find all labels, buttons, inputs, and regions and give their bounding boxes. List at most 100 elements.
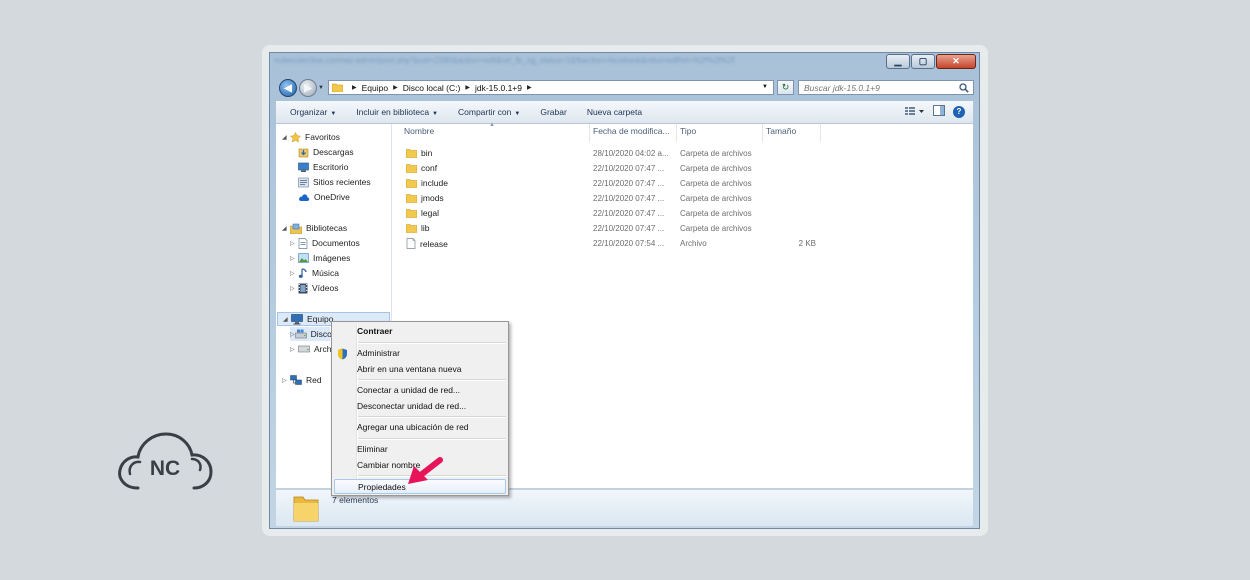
expanded-triangle-icon: ◢ <box>283 316 288 323</box>
caret-down-icon: ▼ <box>514 111 521 117</box>
chevron-right-icon: ▶ <box>465 85 470 91</box>
nav-item-downloads[interactable]: Descargas <box>298 145 354 159</box>
file-name: legal <box>421 208 439 218</box>
nav-label: OneDrive <box>314 192 350 202</box>
annotation-arrow-icon <box>404 456 444 490</box>
pictures-icon <box>298 253 309 263</box>
help-icon[interactable]: ? <box>953 105 965 118</box>
file-row[interactable]: jmods 22/10/2020 07:47 ... Carpeta de ar… <box>392 191 973 206</box>
file-date: 22/10/2020 07:47 ... <box>593 179 665 188</box>
file-name: bin <box>421 148 433 158</box>
maximize-button[interactable]: ▢ <box>911 54 935 69</box>
search-input[interactable] <box>799 82 954 93</box>
share-with-button[interactable]: Compartir con ▼ <box>458 107 520 117</box>
menu-label: Propiedades <box>358 482 406 492</box>
file-type: Carpeta de archivos <box>680 209 752 218</box>
nav-item-videos[interactable]: ▷ Vídeos <box>290 281 338 295</box>
nav-label: Vídeos <box>312 283 339 293</box>
column-header-size[interactable]: Tamaño <box>766 126 796 140</box>
address-dropdown-icon[interactable]: ▼ <box>762 84 768 90</box>
collapsed-triangle-icon: ▷ <box>282 377 287 384</box>
file-name-cell: legal <box>406 208 439 218</box>
forward-button[interactable]: ▶ <box>299 79 317 97</box>
file-date: 22/10/2020 07:47 ... <box>593 164 665 173</box>
nav-label: Música <box>312 268 339 278</box>
nav-item-onedrive[interactable]: OneDrive <box>298 190 350 204</box>
column-divider[interactable] <box>589 124 590 142</box>
file-date: 22/10/2020 07:47 ... <box>593 209 665 218</box>
window-controls: ▁ ▢ ✕ <box>886 54 976 69</box>
file-row[interactable]: include 22/10/2020 07:47 ... Carpeta de … <box>392 176 973 191</box>
onedrive-cloud-icon <box>298 193 310 202</box>
file-row[interactable]: legal 22/10/2020 07:47 ... Carpeta de ar… <box>392 206 973 221</box>
local-disk-icon <box>294 329 307 339</box>
downloads-folder-icon <box>298 147 309 158</box>
nav-label: Imágenes <box>313 253 351 263</box>
recent-pages-dropdown[interactable]: ▼ <box>318 85 324 91</box>
column-divider[interactable] <box>820 124 821 142</box>
menu-label: Contraer <box>357 326 393 336</box>
breadcrumb-equipo[interactable]: Equipo <box>362 83 388 93</box>
nav-computer-label: Equipo <box>307 314 334 324</box>
file-row[interactable]: release 22/10/2020 07:54 ... Archivo 2 K… <box>392 236 973 251</box>
nav-item-drive-arch[interactable]: ▷ Arch <box>290 342 331 356</box>
nav-item-music[interactable]: ▷ Música <box>290 266 339 280</box>
file-date: 22/10/2020 07:47 ... <box>593 194 665 203</box>
nav-network[interactable]: ▷ Red <box>282 373 322 387</box>
nav-label: Escritorio <box>313 162 349 172</box>
view-options-icon[interactable] <box>905 106 925 118</box>
nav-favorites[interactable]: ◢ Favoritos <box>282 130 340 144</box>
file-row[interactable]: bin 28/10/2020 04:02 a... Carpeta de arc… <box>392 146 973 161</box>
file-name-cell: bin <box>406 148 432 158</box>
column-header-name[interactable]: Nombre <box>404 126 434 140</box>
folder-icon <box>406 148 417 158</box>
column-header-date[interactable]: Fecha de modifica... <box>593 126 670 140</box>
column-divider[interactable] <box>762 124 763 142</box>
collapsed-triangle-icon: ▷ <box>290 255 295 262</box>
collapsed-triangle-icon: ▷ <box>290 240 295 247</box>
sort-ascending-icon: ▲ <box>489 122 495 128</box>
refresh-button[interactable]: ↻ <box>777 80 794 95</box>
nav-item-desktop[interactable]: Escritorio <box>298 160 348 174</box>
breadcrumb-disco-local[interactable]: Disco local (C:) <box>403 83 461 93</box>
burn-button[interactable]: Grabar <box>540 107 566 117</box>
nav-item-documents[interactable]: ▷ Documentos <box>290 236 360 250</box>
organize-label: Organizar <box>290 107 328 117</box>
documents-icon <box>298 237 308 249</box>
breadcrumb-jdk[interactable]: jdk-15.0.1+9 <box>475 83 522 93</box>
file-type: Carpeta de archivos <box>680 224 752 233</box>
nav-libraries[interactable]: ◢ Bibliotecas <box>282 221 347 235</box>
search-icon[interactable] <box>959 83 969 95</box>
file-row[interactable]: conf 22/10/2020 07:47 ... Carpeta de arc… <box>392 161 973 176</box>
nav-network-label: Red <box>306 375 322 385</box>
folder-icon <box>406 193 417 203</box>
minimize-button[interactable]: ▁ <box>886 54 910 69</box>
include-in-library-button[interactable]: Incluir en biblioteca ▼ <box>356 107 438 117</box>
organize-button[interactable]: Organizar ▼ <box>290 107 336 117</box>
expanded-triangle-icon: ◢ <box>282 225 287 232</box>
file-type: Carpeta de archivos <box>680 149 752 158</box>
file-type: Carpeta de archivos <box>680 164 752 173</box>
nav-label: Disco <box>310 329 332 339</box>
file-name: release <box>420 238 448 249</box>
file-type: Archivo <box>680 239 707 248</box>
close-button[interactable]: ✕ <box>936 54 976 69</box>
nav-item-recent-places[interactable]: Sitios recientes <box>298 175 371 189</box>
new-folder-button[interactable]: Nueva carpeta <box>587 107 642 117</box>
back-button[interactable]: ◀ <box>279 79 297 97</box>
recent-places-icon <box>298 177 309 188</box>
libraries-icon <box>290 223 302 234</box>
nav-item-local-disk[interactable]: ▷ Disco <box>290 327 332 341</box>
nav-label: Documentos <box>312 238 360 248</box>
title-bar[interactable]: nubecolectiva.com/wp-admin/post.php?post… <box>270 53 979 75</box>
nav-item-pictures[interactable]: ▷ Imágenes <box>290 251 350 265</box>
address-bar[interactable]: ▶ Equipo ▶ Disco local (C:) ▶ jdk-15.0.1… <box>328 80 774 95</box>
search-box[interactable] <box>798 80 974 95</box>
file-row[interactable]: lib 22/10/2020 07:47 ... Carpeta de arch… <box>392 221 973 236</box>
computer-icon <box>291 313 303 325</box>
menu-label: Administrar <box>357 348 400 358</box>
preview-pane-icon[interactable] <box>933 105 945 118</box>
column-divider[interactable] <box>676 124 677 142</box>
share-with-label: Compartir con <box>458 107 512 117</box>
column-header-type[interactable]: Tipo <box>680 126 696 140</box>
